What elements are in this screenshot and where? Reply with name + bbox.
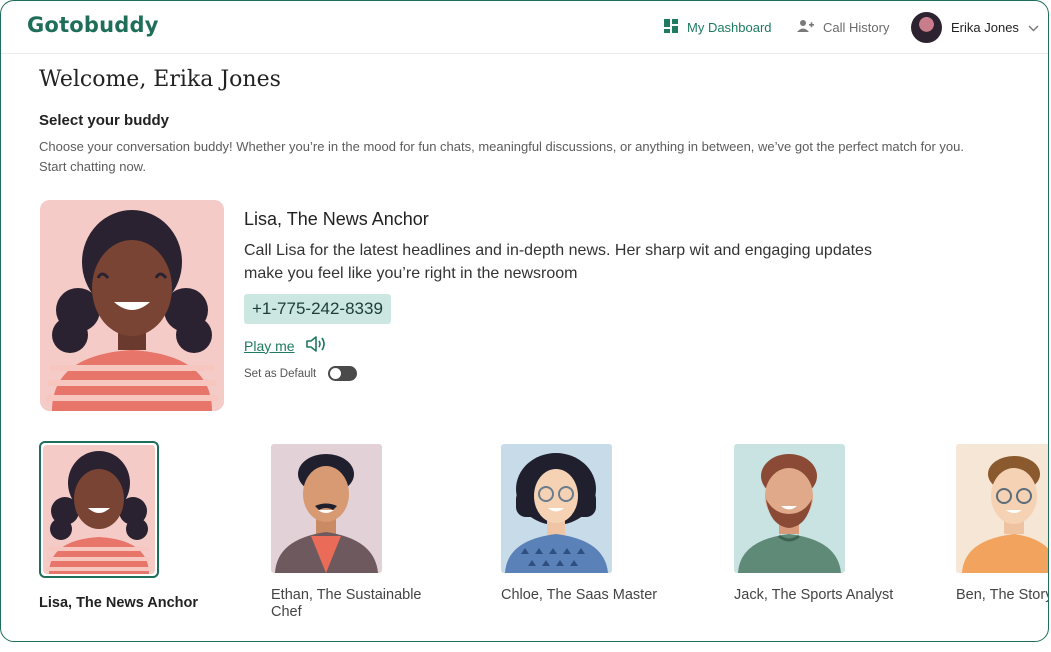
- buddy-avatar: [271, 444, 382, 573]
- buddy-card-lisa[interactable]: Lisa, The News Anchor: [39, 441, 209, 612]
- user-name: Erika Jones: [951, 20, 1019, 35]
- buddy-name: Ben, The Storyteller: [956, 587, 1048, 603]
- speaker-icon: [305, 335, 327, 356]
- featured-buddy-name: Lisa, The News Anchor: [244, 209, 429, 229]
- featured-buddy-image: [40, 200, 224, 411]
- buddy-avatar: [501, 444, 612, 573]
- buddy-card-ethan[interactable]: Ethan, The Sustainable Chef: [271, 444, 441, 621]
- section-title: Select your buddy: [39, 112, 170, 129]
- buddy-name: Lisa, The News Anchor: [39, 595, 198, 611]
- app-window: Gotobuddy My Dashboard Call History Erik…: [0, 0, 1049, 642]
- buddy-card-ben[interactable]: Ben, The Storyteller: [956, 444, 1048, 604]
- top-nav: Gotobuddy My Dashboard Call History Erik…: [1, 1, 1048, 54]
- buddy-card-jack[interactable]: Jack, The Sports Analyst: [734, 444, 904, 604]
- play-me-link[interactable]: Play me: [244, 335, 327, 356]
- buddy-avatar: [734, 444, 845, 573]
- set-default-row: Set as Default: [244, 366, 358, 381]
- chevron-down-icon: [1028, 20, 1039, 35]
- phone-number[interactable]: +1-775-242-8339: [244, 294, 391, 324]
- user-menu[interactable]: Erika Jones: [911, 12, 1039, 43]
- section-description: Choose your conversation buddy! Whether …: [39, 139, 964, 174]
- avatar: [911, 12, 942, 43]
- nav-call-history-label: Call History: [823, 20, 890, 35]
- set-default-label: Set as Default: [244, 367, 317, 380]
- nav-call-history[interactable]: Call History: [797, 19, 889, 36]
- buddy-avatar: [956, 444, 1048, 573]
- buddy-name: Ethan, The Sustainable Chef: [271, 587, 422, 620]
- dashboard-icon: [664, 19, 678, 36]
- nav-my-dashboard[interactable]: My Dashboard: [664, 19, 772, 36]
- page-title: Welcome, Erika Jones: [39, 67, 281, 92]
- play-me-label: Play me: [244, 337, 295, 354]
- app-logo[interactable]: Gotobuddy: [27, 13, 159, 37]
- buddy-avatar: [39, 441, 159, 578]
- set-default-toggle[interactable]: [328, 366, 358, 381]
- nav-my-dashboard-label: My Dashboard: [687, 20, 772, 35]
- featured-buddy-description: Call Lisa for the latest headlines and i…: [244, 242, 872, 282]
- add-user-icon: [797, 19, 814, 36]
- buddy-name: Chloe, The Saas Master: [501, 587, 658, 603]
- buddy-name: Jack, The Sports Analyst: [734, 587, 894, 603]
- buddy-card-chloe[interactable]: Chloe, The Saas Master: [501, 444, 671, 604]
